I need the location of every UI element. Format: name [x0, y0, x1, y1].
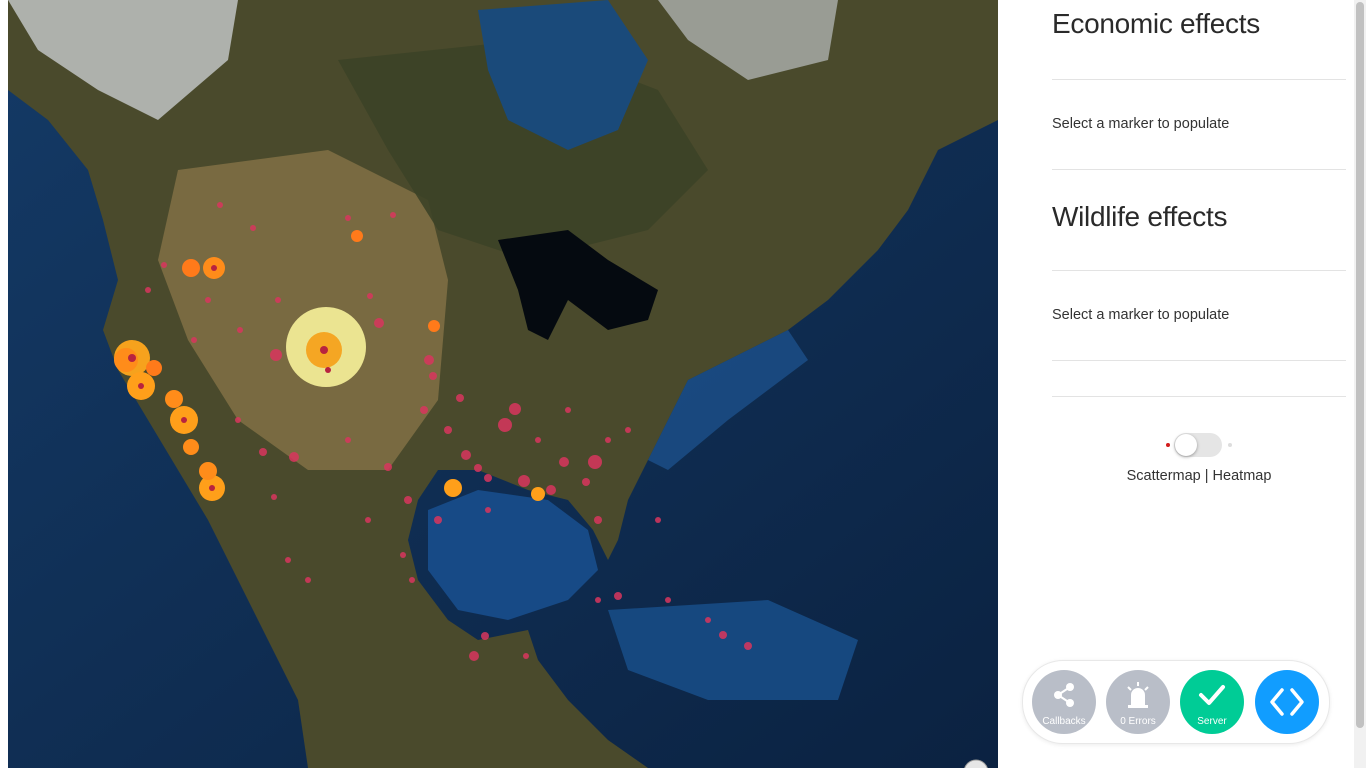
- scattermap-indicator: [1166, 443, 1170, 447]
- code-icon: [1270, 688, 1304, 716]
- check-icon: [1199, 685, 1225, 705]
- server-label: Server: [1197, 716, 1227, 727]
- callbacks-button[interactable]: Callbacks: [1032, 670, 1096, 734]
- fire-marker-medium[interactable]: [444, 479, 462, 497]
- wildlife-effects-placeholder: Select a marker to populate: [1052, 307, 1230, 323]
- heatmap-indicator: [1228, 443, 1232, 447]
- share-icon: [1054, 683, 1074, 707]
- fire-marker-medium[interactable]: [351, 230, 363, 242]
- map-mode-toggle[interactable]: [1162, 430, 1234, 460]
- scrollbar[interactable]: [1354, 0, 1366, 768]
- callbacks-label: Callbacks: [1042, 716, 1086, 727]
- divider: [1052, 396, 1346, 397]
- economic-effects-placeholder: Select a marker to populate: [1052, 116, 1230, 132]
- wildlife-effects-title: Wildlife effects: [1052, 201, 1228, 232]
- map-mode-label: Scattermap | Heatmap: [1126, 468, 1272, 484]
- divider: [1052, 360, 1346, 361]
- app-root: Economic effects Select a marker to popu…: [0, 0, 1366, 768]
- errors-button[interactable]: 0 Errors: [1106, 670, 1170, 734]
- fire-marker-medium[interactable]: [531, 487, 545, 501]
- errors-label: 0 Errors: [1120, 716, 1156, 727]
- alarm-icon: [1127, 682, 1149, 708]
- fire-marker-medium[interactable]: [146, 360, 162, 376]
- fire-marker-medium[interactable]: [428, 320, 440, 332]
- fire-marker-medium[interactable]: [165, 390, 183, 408]
- toggle-knob[interactable]: [1175, 434, 1197, 456]
- server-button[interactable]: Server: [1180, 670, 1244, 734]
- map-canvas[interactable]: [8, 0, 998, 768]
- scrollbar-thumb[interactable]: [1356, 2, 1364, 728]
- divider: [1052, 79, 1346, 80]
- economic-effects-title: Economic effects: [1052, 8, 1260, 39]
- sidebar: Economic effects Select a marker to popu…: [998, 0, 1350, 768]
- fire-marker-medium[interactable]: [183, 439, 199, 455]
- divider: [1052, 270, 1346, 271]
- code-button[interactable]: [1255, 670, 1319, 734]
- fire-marker-medium[interactable]: [199, 462, 217, 480]
- dev-tools-menu: Callbacks 0 Errors Server: [1022, 660, 1330, 744]
- satellite-map[interactable]: [8, 0, 998, 768]
- divider: [1052, 169, 1346, 170]
- fire-marker-medium[interactable]: [182, 259, 200, 277]
